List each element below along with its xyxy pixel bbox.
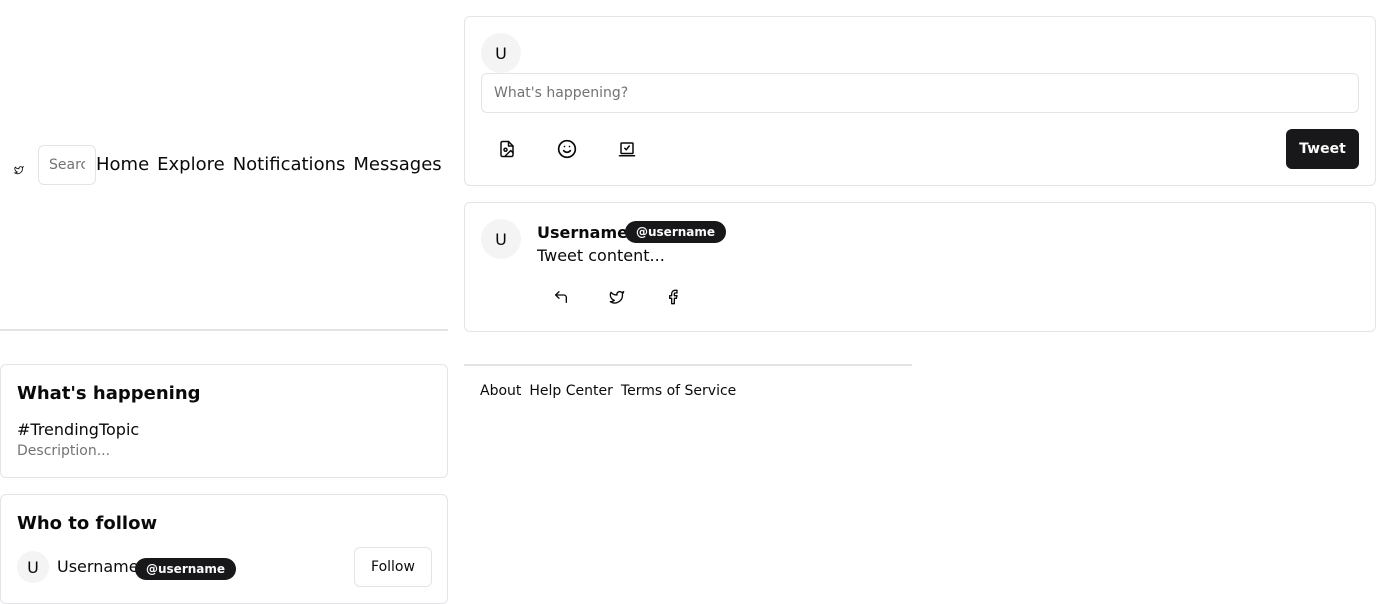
footer: About Help Center Terms of Service [464,364,912,399]
add-emoji-button[interactable] [547,129,587,169]
compose-input[interactable] [481,73,1359,113]
facebook-icon [669,289,678,305]
bird-icon[interactable] [13,160,24,175]
poll-icon [618,142,636,157]
twitter-icon [609,291,625,304]
who-to-follow-title: Who to follow [17,513,158,534]
share-facebook-button[interactable] [653,277,693,317]
tweet-content: Tweet content... [537,246,665,265]
tweet-composer: U Tweet [464,16,1376,186]
nav-link-home[interactable]: Home [96,153,149,177]
add-image-button[interactable] [487,129,527,169]
footer-link-about[interactable]: About [480,383,521,399]
nav-links: Home Explore Notifications Messages [96,153,442,177]
nav-link-messages[interactable]: Messages [353,153,441,177]
footer-link-help-center[interactable]: Help Center [529,383,613,399]
smile-icon [557,139,577,159]
trending-description: Description... [17,443,111,459]
trending-topic[interactable]: #TrendingTopic [17,420,139,439]
trending-card: What's happening #TrendingTopic Descript… [0,364,448,478]
trending-title: What's happening [17,383,201,404]
avatar: U [481,219,521,259]
handle-badge: @username [625,221,727,243]
reply-button[interactable] [541,277,581,317]
reply-icon [555,291,567,303]
footer-link-terms[interactable]: Terms of Service [621,383,736,399]
tweet-username[interactable]: Username [537,223,628,242]
avatar: U [481,33,521,73]
nav-link-explore[interactable]: Explore [157,153,225,177]
share-twitter-button[interactable] [597,277,637,317]
top-navigation: Home Explore Notifications Messages [0,0,448,331]
suggested-username[interactable]: Username [57,557,139,576]
image-icon [500,140,514,158]
follow-button[interactable]: Follow [354,547,432,587]
who-to-follow-card: Who to follow U Username @username Follo… [0,494,448,604]
handle-badge: @username [135,558,237,580]
footer-links: About Help Center Terms of Service [480,383,736,399]
nav-link-notifications[interactable]: Notifications [233,153,346,177]
search-input[interactable] [38,145,96,185]
tweet-card: U Username @username Tweet content... [464,202,1376,332]
tweet-button[interactable]: Tweet [1286,129,1359,169]
add-poll-button[interactable] [607,129,647,169]
avatar: U [17,551,49,583]
